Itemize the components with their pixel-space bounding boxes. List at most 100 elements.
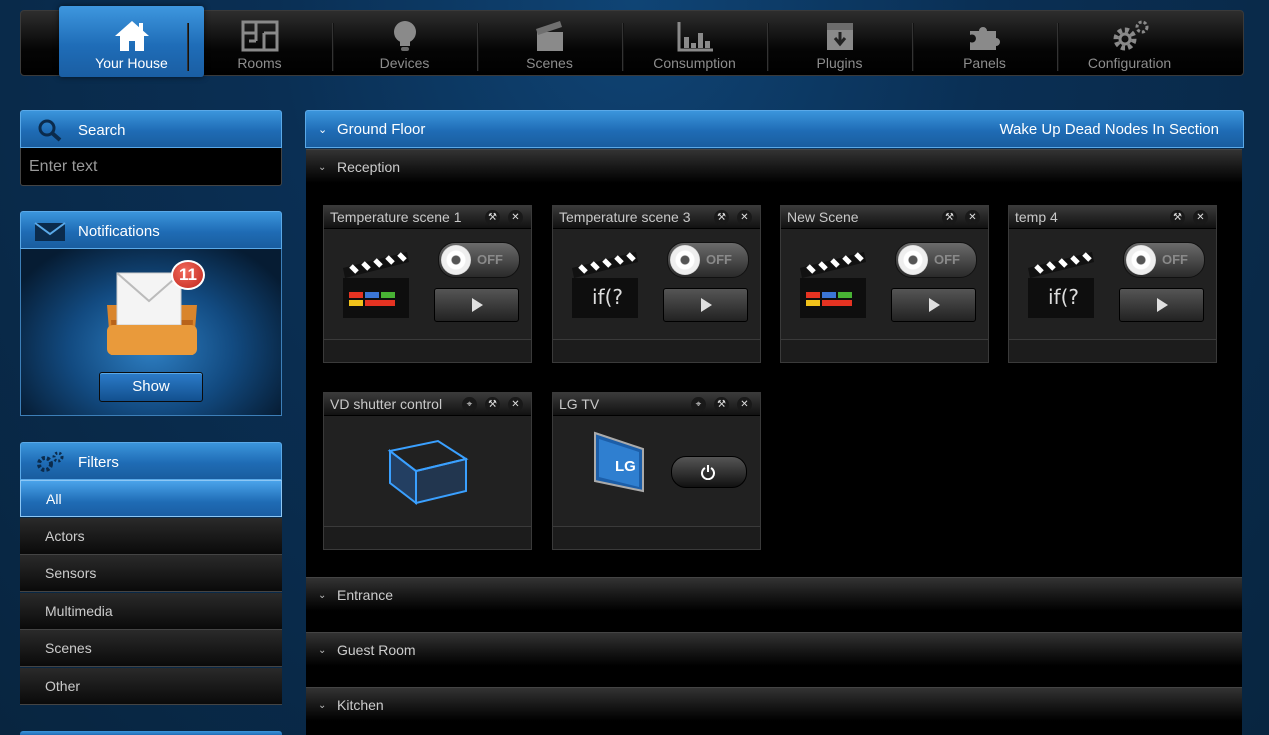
scene-toggle[interactable]: OFF <box>895 242 977 278</box>
show-notifications-button[interactable]: Show <box>99 372 203 402</box>
tab-label: Configuration <box>1087 55 1172 71</box>
expand-icon[interactable]: ⌖ <box>462 397 477 412</box>
download-box-icon <box>826 23 853 50</box>
gears-icon <box>1113 20 1148 51</box>
card-title: New Scene <box>787 209 859 225</box>
card-header: Temperature scene 1 ⚒ ✕ <box>324 206 531 229</box>
tab-scenes[interactable]: Scenes <box>477 11 622 77</box>
tab-panels[interactable]: Panels <box>912 11 1057 77</box>
cube-icon <box>387 439 469 506</box>
filter-sensors[interactable]: Sensors <box>20 555 282 592</box>
room-title: Kitchen <box>337 697 384 713</box>
card-footer <box>781 339 988 362</box>
play-button[interactable] <box>663 288 748 322</box>
card-footer <box>553 526 760 549</box>
search-panel-header: Search <box>20 110 282 148</box>
chevron-down-icon: ⌄ <box>318 162 327 173</box>
filters-panel-header: Filters <box>20 442 282 480</box>
close-icon[interactable]: ✕ <box>737 397 752 412</box>
scene-card: New Scene ⚒ ✕ OFF <box>780 205 989 363</box>
wake-up-dead-nodes-link[interactable]: Wake Up Dead Nodes In Section <box>999 121 1219 138</box>
tv-brand-label: LG <box>615 458 636 475</box>
filter-actors[interactable]: Actors <box>20 518 282 555</box>
tab-your-house[interactable]: Your House <box>59 6 204 77</box>
filter-other[interactable]: Other <box>20 668 282 705</box>
ground-floor-header[interactable]: ⌄ Ground Floor Wake Up Dead Nodes In Sec… <box>305 110 1244 148</box>
if-condition-label: if(? <box>592 285 624 309</box>
filter-all[interactable]: All <box>20 480 282 517</box>
play-icon <box>701 298 712 312</box>
chevron-down-icon: ⌄ <box>318 590 327 601</box>
floor-plan-icon <box>241 20 278 52</box>
tab-rooms[interactable]: Rooms <box>187 11 332 77</box>
scene-card: Temperature scene 3 ⚒ ✕ if(? OFF <box>552 205 761 363</box>
play-button[interactable] <box>891 288 976 322</box>
envelope-icon <box>34 222 66 241</box>
card-header: VD shutter control ⌖ ⚒ ✕ <box>324 393 531 416</box>
toggle-label: OFF <box>1162 252 1188 267</box>
card-header: LG TV ⌖ ⚒ ✕ <box>553 393 760 416</box>
tv-power-button[interactable] <box>671 456 747 488</box>
scene-toggle[interactable]: OFF <box>667 242 749 278</box>
tab-devices[interactable]: Devices <box>332 11 477 77</box>
power-icon <box>701 465 715 480</box>
device-card: VD shutter control ⌖ ⚒ ✕ <box>323 392 532 550</box>
room-title: Guest Room <box>337 642 416 658</box>
search-box <box>20 148 282 186</box>
card-title: VD shutter control <box>330 396 443 412</box>
card-title: Temperature scene 1 <box>330 209 462 225</box>
expand-icon[interactable]: ⌖ <box>691 397 706 412</box>
close-icon[interactable]: ✕ <box>508 210 523 225</box>
filter-multimedia[interactable]: Multimedia <box>20 593 282 630</box>
play-button[interactable] <box>434 288 519 322</box>
guest-room-body <box>306 666 1242 687</box>
room-header-entrance[interactable]: ⌄ Entrance <box>306 577 1242 611</box>
close-icon[interactable]: ✕ <box>1193 210 1208 225</box>
filters-title: Filters <box>78 454 119 471</box>
search-icon <box>38 119 62 142</box>
search-input[interactable] <box>21 148 281 185</box>
wrench-icon[interactable]: ⚒ <box>485 397 500 412</box>
scene-toggle[interactable]: OFF <box>1123 242 1205 278</box>
chevron-down-icon: ⌄ <box>318 700 327 711</box>
play-button[interactable] <box>1119 288 1204 322</box>
entrance-body <box>306 611 1242 632</box>
tab-label: Your House <box>95 55 168 71</box>
card-footer <box>553 339 760 362</box>
filter-scenes[interactable]: Scenes <box>20 630 282 667</box>
device-card: LG TV ⌖ ⚒ ✕ LG <box>552 392 761 550</box>
room-header-reception[interactable]: ⌄ Reception <box>306 149 1242 183</box>
section-title: Ground Floor <box>337 121 426 138</box>
tab-consumption[interactable]: Consumption <box>622 11 767 77</box>
tab-label: Plugins <box>816 55 863 71</box>
kitchen-body <box>306 721 1242 735</box>
notifications-title: Notifications <box>78 223 160 240</box>
wrench-icon[interactable]: ⚒ <box>942 210 957 225</box>
wrench-icon[interactable]: ⚒ <box>1170 210 1185 225</box>
wrench-icon[interactable]: ⚒ <box>714 397 729 412</box>
scene-card: temp 4 ⚒ ✕ if(? OFF <box>1008 205 1217 363</box>
puzzle-icon <box>969 27 1000 50</box>
house-icon <box>114 21 149 51</box>
tab-plugins[interactable]: Plugins <box>767 11 912 77</box>
scene-card: Temperature scene 1 ⚒ ✕ OFF <box>323 205 532 363</box>
tab-label: Panels <box>963 55 1006 71</box>
notification-count-badge: 11 <box>171 260 205 290</box>
wrench-icon[interactable]: ⚒ <box>485 210 500 225</box>
clapperboard-icon <box>800 252 866 318</box>
gears-icon <box>37 451 64 472</box>
clapperboard-icon <box>535 21 563 51</box>
room-title: Entrance <box>337 587 394 603</box>
scene-toggle[interactable]: OFF <box>438 242 520 278</box>
room-header-guest-room[interactable]: ⌄ Guest Room <box>306 632 1242 666</box>
room-header-kitchen[interactable]: ⌄ Kitchen <box>306 687 1242 721</box>
wrench-icon[interactable]: ⚒ <box>714 210 729 225</box>
tab-configuration[interactable]: Configuration <box>1057 11 1202 77</box>
light-bulb-icon <box>393 21 416 51</box>
play-icon <box>929 298 940 312</box>
tab-label: Consumption <box>653 55 736 71</box>
close-icon[interactable]: ✕ <box>508 397 523 412</box>
card-title: temp 4 <box>1015 209 1058 225</box>
close-icon[interactable]: ✕ <box>737 210 752 225</box>
close-icon[interactable]: ✕ <box>965 210 980 225</box>
